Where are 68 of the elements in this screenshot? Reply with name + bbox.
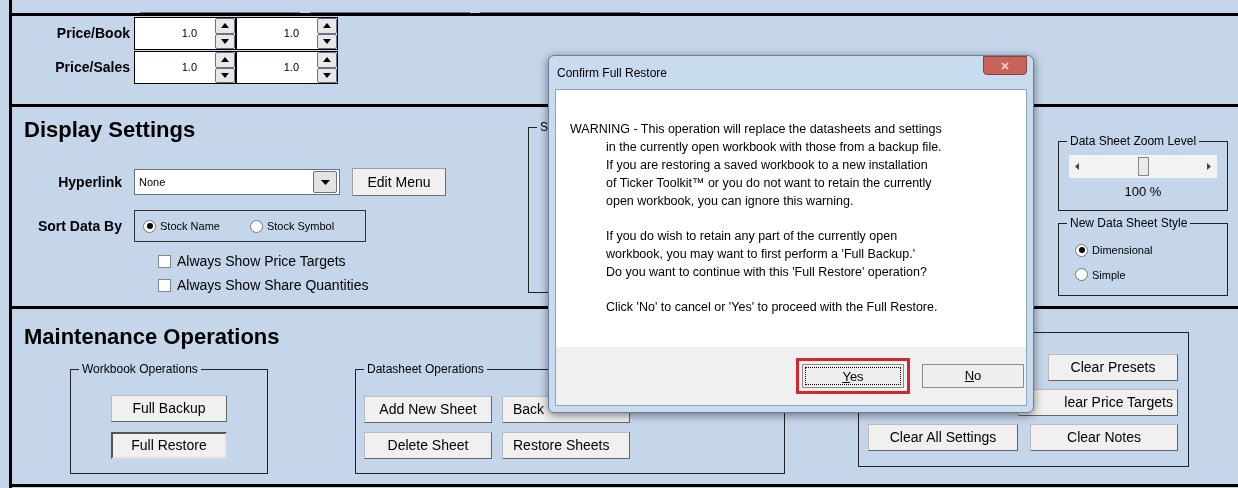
dialog-title: Confirm Full Restore <box>557 64 668 82</box>
checkbox[interactable] <box>158 254 171 268</box>
section-title: Display Settings <box>24 116 196 144</box>
operation-button[interactable]: Delete Sheet <box>364 432 492 459</box>
right-arrow-icon <box>1207 163 1211 170</box>
field-label: Price/Sales <box>54 58 131 77</box>
up-arrow-icon <box>221 23 229 29</box>
dropdown-value: None <box>139 174 166 190</box>
radio-option[interactable]: Stock Symbol <box>249 217 335 235</box>
field-label: Sort Data By <box>36 216 123 236</box>
radio-option[interactable]: Stock Name <box>143 217 220 235</box>
group-title: Workbook Operations <box>79 361 201 377</box>
down-arrow-icon <box>323 72 331 78</box>
dropdown[interactable]: None <box>134 169 340 195</box>
radio-button[interactable] <box>1075 243 1088 257</box>
up-arrow-icon <box>323 23 331 29</box>
close-button[interactable] <box>983 56 1027 75</box>
slider[interactable] <box>1069 155 1217 178</box>
radio-button[interactable] <box>249 219 263 233</box>
field-label: Hyperlink <box>57 172 123 192</box>
operation-button[interactable]: Restore Sheets <box>502 432 630 459</box>
up-arrow-icon <box>323 57 331 63</box>
spin-down-button[interactable] <box>317 33 337 49</box>
section-title: Maintenance Operations <box>24 323 280 351</box>
field-label: Price/Book <box>55 24 131 43</box>
slider-thumb[interactable] <box>1137 157 1149 176</box>
spin-up-button[interactable] <box>215 18 235 34</box>
checkbox-option[interactable]: Always Show Share Quantities <box>158 276 528 294</box>
operation-button[interactable]: Full Restore <box>111 432 227 459</box>
spin-up-button[interactable] <box>317 18 337 34</box>
group-title: Datasheet Operations <box>364 361 487 377</box>
spin-down-button[interactable] <box>215 33 235 49</box>
spin-down-button[interactable] <box>317 67 337 83</box>
operation-button[interactable]: Full Backup <box>111 395 227 422</box>
dialog-message: Click 'No' to cancel or 'Yes' to proceed with the Full Restore. <box>605 299 939 316</box>
spin-field[interactable]: 1.0 <box>236 17 338 50</box>
radio-button[interactable] <box>143 219 156 233</box>
down-arrow-icon <box>323 38 331 44</box>
edit-menu-button[interactable]: Edit Menu <box>352 168 446 196</box>
spin-field[interactable]: 1.0 <box>134 17 236 50</box>
caret-icon <box>320 179 330 185</box>
spin-field[interactable]: 1.0 <box>236 51 338 84</box>
checkbox-option[interactable]: Always Show Price Targets <box>158 252 528 270</box>
up-arrow-icon <box>221 57 229 63</box>
checkbox[interactable] <box>158 278 171 292</box>
spin-field[interactable]: 1.0 <box>134 51 236 84</box>
operation-button[interactable]: Clear All Settings <box>868 424 1018 451</box>
spin-up-button[interactable] <box>317 52 337 68</box>
dialog-message: If you do wish to retain any part of the currently open workbook, you may want to first perform a 'Full Backup.' Do you want to continue with this 'Full Restore' operation? <box>605 228 928 281</box>
dialog-button[interactable]: Yes <box>802 364 904 389</box>
radio-option[interactable]: Simple <box>1075 266 1227 283</box>
dialog-message: WARNING - This operation will replace the datasheets and settings in the currently open workbook with those from a backup file. If you are restoring a saved workbook to a new installation of Ticker Toolkit™ or you do not want to retain the currently open workbook, you can ignore this warning. <box>570 121 943 210</box>
down-arrow-icon <box>221 72 229 78</box>
group-title: New Data Sheet Style <box>1067 215 1191 231</box>
operation-button[interactable]: Clear Notes <box>1030 424 1178 451</box>
radio-button[interactable] <box>1075 268 1088 282</box>
left-arrow-icon <box>1075 163 1079 170</box>
close-icon <box>1001 61 1009 70</box>
dialog-button[interactable]: No <box>922 364 1024 388</box>
dropdown-arrow-button[interactable] <box>313 171 337 193</box>
operation-button[interactable]: Add New Sheet <box>364 396 492 423</box>
down-arrow-icon <box>221 38 229 44</box>
operation-button[interactable]: lear Price Targets <box>1018 389 1178 416</box>
radio-option[interactable]: Dimensional <box>1075 242 1227 259</box>
operation-button[interactable]: Clear Presets <box>1048 354 1178 381</box>
spin-down-button[interactable] <box>215 67 235 83</box>
spin-up-button[interactable] <box>215 52 235 68</box>
zoom-reading: 100 % <box>1124 183 1162 201</box>
